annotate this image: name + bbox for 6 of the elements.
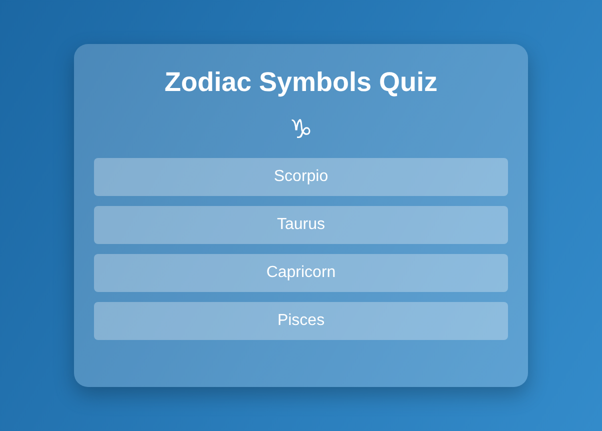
quiz-title: Zodiac Symbols Quiz bbox=[164, 66, 438, 98]
answer-button[interactable]: Pisces bbox=[94, 302, 508, 340]
answer-button[interactable]: Capricorn bbox=[94, 254, 508, 292]
answer-button[interactable]: Scorpio bbox=[94, 158, 508, 196]
zodiac-symbol: ♑ bbox=[289, 116, 313, 144]
answer-button[interactable]: Taurus bbox=[94, 206, 508, 244]
